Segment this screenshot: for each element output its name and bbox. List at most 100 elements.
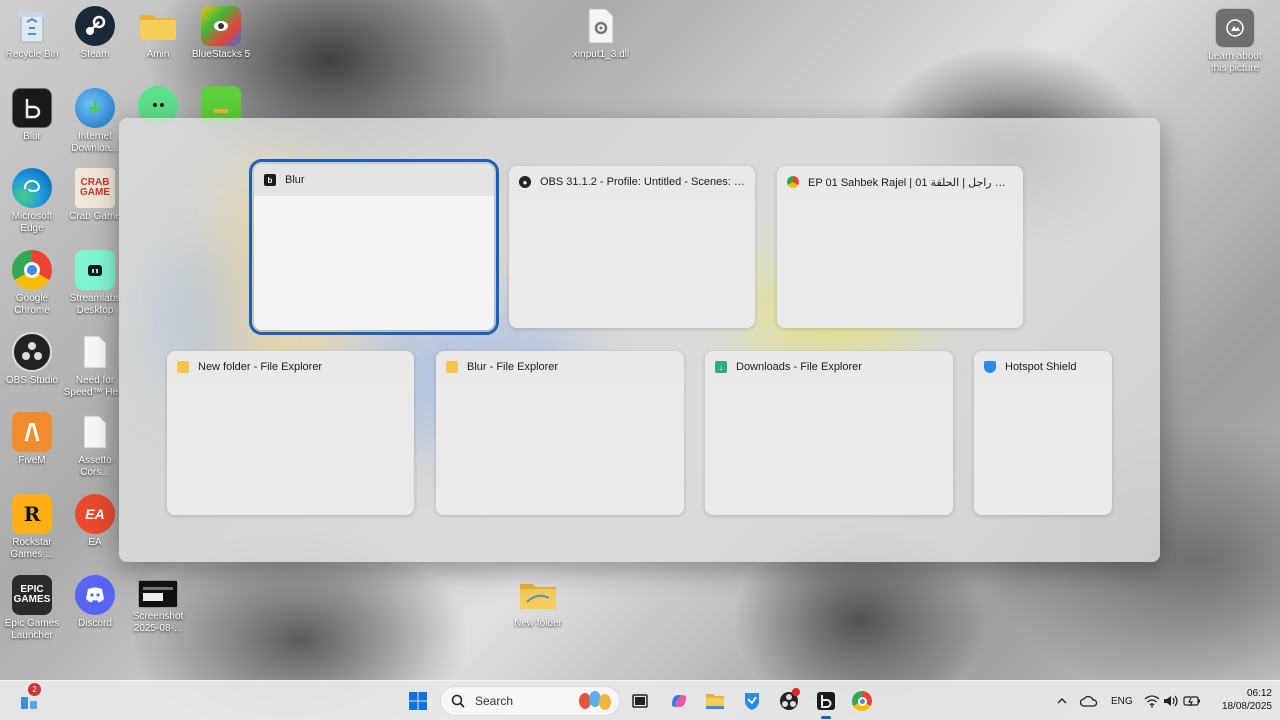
window-preview xyxy=(167,383,414,515)
window-thumbnail-downloads-explorer[interactable]: ↓ Downloads - File Explorer xyxy=(705,351,953,515)
desktop-icon-label: Learn about this picture xyxy=(1208,51,1262,74)
edge-icon xyxy=(12,168,52,208)
window-thumbnail-header: ● OBS 31.1.2 - Profile: Untitled - Scene… xyxy=(509,166,755,198)
desktop-icon-label: Recycle Bin xyxy=(5,49,59,60)
desktop-icon-xinput-dll[interactable]: xinput1_3.dll xyxy=(569,6,633,61)
desktop-icon-bluestacks[interactable]: BlueStacks 5 xyxy=(189,6,253,61)
start-button[interactable] xyxy=(406,689,430,713)
taskbar-file-explorer[interactable] xyxy=(703,689,727,713)
chrome-icon xyxy=(852,691,872,711)
search-icon xyxy=(451,694,465,708)
desktop-icon-obs-studio[interactable]: OBS Studio xyxy=(0,332,64,387)
widgets-button[interactable]: 2 xyxy=(17,683,41,713)
desktop-icon-label: Steam xyxy=(80,49,110,60)
notification-badge: 2 xyxy=(28,683,41,696)
hotspot-shield-icon xyxy=(984,361,996,373)
window-title: Blur - File Explorer xyxy=(467,361,559,373)
image-file-icon xyxy=(138,580,178,608)
desktop-icon-assetto-corsa[interactable]: Assetto Cors... xyxy=(63,412,127,479)
window-preview xyxy=(436,383,684,515)
chevron-up-icon xyxy=(1057,698,1067,704)
battery-charging-icon xyxy=(1183,696,1200,707)
obs-icon xyxy=(12,332,52,372)
clock[interactable]: 06:12 18/08/2025 xyxy=(1208,688,1272,712)
folder-icon xyxy=(518,575,558,615)
desktop-icon-recycle-bin[interactable]: Recycle Bin xyxy=(0,6,64,61)
folder-icon xyxy=(706,694,724,709)
window-preview xyxy=(777,198,1023,328)
desktop-icon-new-folder[interactable]: New folder xyxy=(506,575,570,630)
crab-game-icon: CRAB GAME xyxy=(75,168,115,208)
window-thumbnail-obs[interactable]: ● OBS 31.1.2 - Profile: Untitled - Scene… xyxy=(509,166,755,328)
desktop-icon-learn-about-picture[interactable]: Learn about this picture xyxy=(1203,8,1267,75)
desktop-icon-ea[interactable]: EA EA xyxy=(63,494,127,549)
hotspot-shield-icon xyxy=(745,693,759,710)
window-preview xyxy=(254,196,494,330)
dll-file-icon xyxy=(581,6,621,46)
desktop-icon-rockstar-games[interactable]: R Rockstar Games ... xyxy=(0,494,64,561)
balloons-icon xyxy=(577,691,613,713)
desktop-icon-internet-download-manager[interactable]: Internet Downloa... xyxy=(63,88,127,155)
window-thumbnail-header: Blur - File Explorer xyxy=(436,351,684,383)
recording-dot-icon xyxy=(792,688,800,696)
search-input[interactable]: Search xyxy=(440,686,620,716)
task-view-button[interactable] xyxy=(628,689,652,713)
desktop-icon-label: Rockstar Games ... xyxy=(10,537,54,560)
bluestacks-icon xyxy=(201,6,241,46)
folder-icon xyxy=(138,6,178,46)
clock-time: 06:12 xyxy=(1246,688,1272,699)
taskbar-blur[interactable] xyxy=(814,689,838,719)
desktop-icon-label: Amin xyxy=(146,49,170,60)
taskbar-obs[interactable] xyxy=(777,688,801,713)
desktop-icon-epic-games[interactable]: EPIC GAMES Epic Games Launcher xyxy=(0,575,64,642)
desktop-icon-amin[interactable]: Amin xyxy=(126,6,190,61)
task-switcher: b Blur ● OBS 31.1.2 - Profile: Untitled … xyxy=(119,118,1160,562)
desktop-icon-need-for-speed[interactable]: Need for Speed™ He... xyxy=(63,332,127,399)
desktop-icon-blur[interactable]: Blur xyxy=(0,88,64,143)
desktop-icon-google-chrome[interactable]: Google Chrome xyxy=(0,250,64,317)
desktop-icon-label: FiveM xyxy=(18,455,46,466)
desktop-icon-label: Internet Downloa... xyxy=(71,131,119,154)
window-thumbnail-chrome[interactable]: EP 01 Sahbek Rajel | صاحبك راجل | الحلقة… xyxy=(777,166,1023,328)
desktop-icon-screenshot[interactable]: Screenshot 2025-08-... xyxy=(126,580,190,635)
window-thumbnail-header: New folder - File Explorer xyxy=(167,351,414,383)
desktop-icon-microsoft-edge[interactable]: Microsoft Edge xyxy=(0,168,64,235)
window-title: OBS 31.1.2 - Profile: Untitled - Scenes:… xyxy=(540,176,755,188)
ea-icon: EA xyxy=(75,494,115,534)
taskbar-chrome[interactable] xyxy=(850,689,874,713)
task-view-icon xyxy=(632,694,648,708)
desktop-icon-streamlabs[interactable]: Streamlabs Desktop xyxy=(63,250,127,317)
window-preview xyxy=(705,383,953,515)
rockstar-icon: R xyxy=(12,494,52,534)
desktop-icon-discord[interactable]: Discord xyxy=(63,575,127,630)
desktop-icon-label: New folder xyxy=(514,618,562,629)
window-preview xyxy=(974,383,1112,515)
window-title: New folder - File Explorer xyxy=(198,361,323,373)
window-thumbnail-new-folder-explorer[interactable]: New folder - File Explorer xyxy=(167,351,414,515)
desktop-icon-label: Need for Speed™ He... xyxy=(63,375,127,398)
search-placeholder: Search xyxy=(475,694,514,708)
window-thumbnail-hotspot-shield[interactable]: Hotspot Shield xyxy=(974,351,1112,515)
blur-app-icon xyxy=(817,692,835,710)
window-thumbnail-header: Hotspot Shield xyxy=(974,351,1112,383)
chrome-icon xyxy=(787,176,799,188)
discord-icon xyxy=(75,575,115,615)
language-indicator[interactable]: ENG xyxy=(1111,696,1133,707)
desktop-icon-label: Blur xyxy=(23,131,41,142)
window-thumbnail-blur-explorer[interactable]: Blur - File Explorer xyxy=(436,351,684,515)
onedrive-button[interactable] xyxy=(1077,689,1101,713)
taskbar-hotspot-shield[interactable] xyxy=(740,689,764,713)
windows-logo-icon xyxy=(409,692,427,710)
battery-button[interactable] xyxy=(1180,689,1204,713)
epic-games-icon: EPIC GAMES xyxy=(12,575,52,615)
window-thumbnail-blur[interactable]: b Blur xyxy=(249,159,499,335)
folder-icon xyxy=(177,361,189,373)
desktop-icon-crab-game[interactable]: CRAB GAME Crab Game xyxy=(63,168,127,223)
downloads-folder-icon: ↓ xyxy=(715,361,727,373)
globe-download-icon xyxy=(75,88,115,128)
desktop-icon-fivem[interactable]: FiveM xyxy=(0,412,64,467)
taskbar-copilot[interactable] xyxy=(667,689,691,713)
window-thumbnail-header: ↓ Downloads - File Explorer xyxy=(705,351,953,383)
desktop-icon-steam[interactable]: Steam xyxy=(63,6,127,61)
show-hidden-icons-button[interactable] xyxy=(1050,689,1074,713)
